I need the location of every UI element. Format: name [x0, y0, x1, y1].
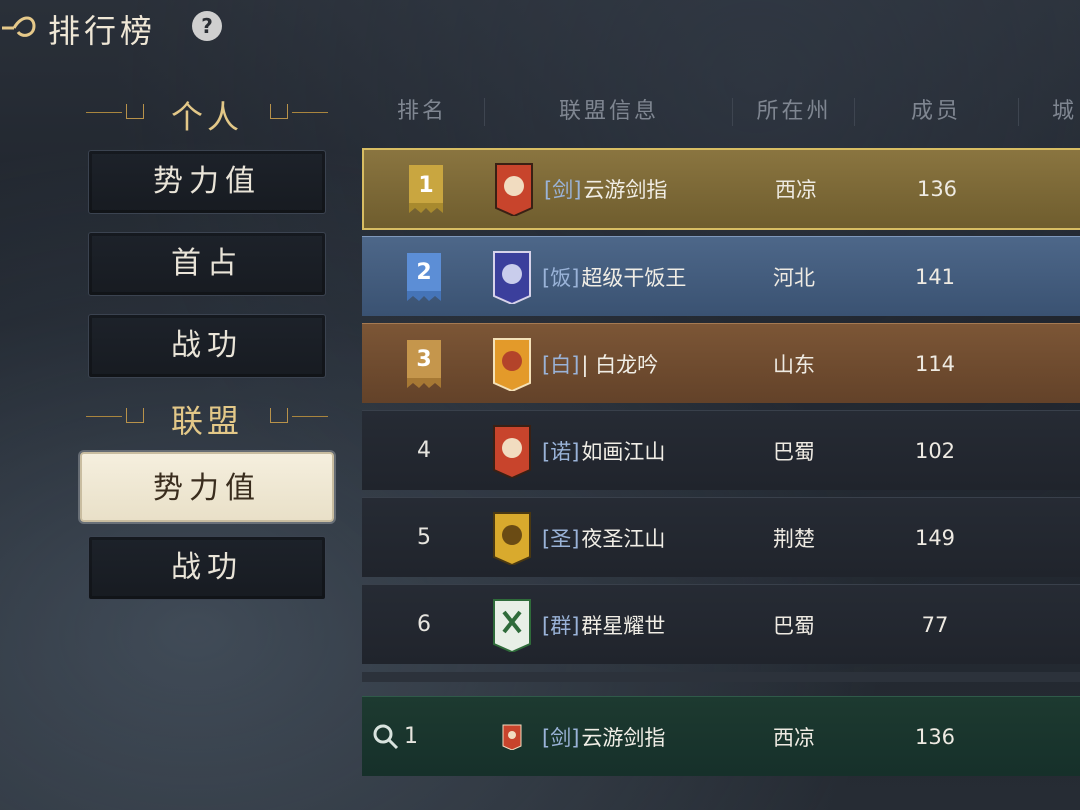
alliance-tag: [饭]: [542, 265, 580, 290]
page-title: 排行榜: [48, 12, 157, 50]
divider-line: [292, 112, 328, 113]
alliance-name-text: 群星耀世: [581, 613, 666, 638]
sidebar-item-alliance-power[interactable]: 势力值: [80, 452, 334, 522]
alliance-name: [剑] 云游剑指: [544, 150, 764, 228]
state-cell: 荆楚: [773, 526, 815, 551]
help-icon[interactable]: ?: [192, 11, 222, 41]
rank-cell: 2: [382, 237, 466, 316]
alliance-name: [群] 群星耀世: [542, 585, 762, 664]
column-divider: [854, 98, 855, 126]
state-cell: 巴蜀: [773, 613, 815, 638]
alliance-name-text: 云游剑指: [583, 178, 668, 202]
sidebar-item-personal-merit[interactable]: 战功: [88, 314, 326, 378]
column-divider: [1018, 98, 1019, 126]
alliance-emblem-icon: [488, 411, 536, 490]
alliance-emblem-icon: [488, 697, 536, 776]
members-cell: 136: [914, 724, 956, 749]
column-header-rank: 排名: [396, 99, 447, 124]
sidebar-item-personal-first-occupy[interactable]: 首占: [88, 232, 326, 296]
state-cell: 巴蜀: [773, 439, 815, 464]
alliance-tag: [群]: [542, 613, 580, 638]
table-header: 排名 联盟信息 所在州 成员 城: [362, 92, 1080, 132]
table-row[interactable]: 1 [剑] 云游剑指 西凉 136: [362, 148, 1080, 230]
section-header-alliance: 联盟: [86, 396, 328, 440]
rank-banner-icon: 2: [407, 252, 441, 301]
column-divider: [484, 98, 485, 126]
alliance-name: [饭] 超级干饭王: [542, 237, 762, 316]
sidebar-item-personal-power[interactable]: 势力值: [88, 150, 326, 214]
rank-cell: 5: [417, 525, 431, 550]
back-icon[interactable]: [0, 10, 40, 46]
alliance-name-text: 如画江山: [581, 439, 666, 464]
table-row[interactable]: 2 [饭] 超级干饭王 河北 141: [362, 236, 1080, 316]
members-cell: 102: [914, 438, 956, 463]
column-divider: [732, 98, 733, 126]
alliance-emblem-icon: [488, 585, 536, 664]
alliance-name: [诺] 如画江山: [542, 411, 762, 490]
top-bar: 排行榜 ?: [0, 0, 1080, 58]
alliance-tag: [白]: [542, 352, 580, 377]
ornament-icon: [270, 104, 288, 119]
state-cell: 山东: [773, 352, 815, 377]
alliance-name-text: 夜圣江山: [581, 526, 666, 551]
divider-line: [292, 416, 328, 417]
column-header-alliance-info: 联盟信息: [558, 99, 659, 124]
members-cell: 114: [914, 351, 956, 376]
state-cell: 西凉: [775, 178, 817, 202]
alliance-tag: [剑]: [544, 178, 582, 202]
members-cell: 77: [921, 612, 949, 637]
table-row[interactable]: 5 [圣] 夜圣江山 荆楚 149: [362, 497, 1080, 577]
table-row[interactable]: 6 [群] 群星耀世 巴蜀 77: [362, 584, 1080, 664]
alliance-name-text: 云游剑指: [581, 725, 666, 750]
members-cell: 136: [916, 177, 958, 201]
rank-cell: 3: [382, 324, 466, 403]
column-header-cities: 城: [1052, 99, 1078, 124]
alliance-emblem-icon: [488, 324, 536, 403]
alliance-name: [剑] 云游剑指: [542, 697, 762, 776]
rank-cell: 1: [404, 724, 418, 749]
state-cell: 西凉: [773, 725, 815, 750]
list-bottom-edge: [362, 672, 1080, 682]
rank-cell: 4: [417, 438, 431, 463]
alliance-tag: [诺]: [542, 439, 580, 464]
rank-banner-icon: 1: [409, 165, 443, 213]
sidebar-item-alliance-merit[interactable]: 战功: [88, 536, 326, 600]
members-cell: 141: [914, 264, 956, 289]
column-header-state: 所在州: [756, 99, 832, 124]
section-title-personal: 个人: [170, 98, 243, 136]
rank-cell: 1: [384, 150, 468, 228]
alliance-name: [白] | 白龙吟: [542, 324, 762, 403]
table-row[interactable]: 4 [诺] 如画江山 巴蜀 102: [362, 410, 1080, 490]
banner-tail-icon: [409, 203, 443, 213]
ornament-icon: [270, 408, 288, 423]
alliance-tag: [圣]: [542, 526, 580, 551]
banner-tail-icon: [407, 290, 441, 301]
section-header-personal: 个人: [86, 92, 328, 136]
table-row[interactable]: 3 [白] | 白龙吟 山东 114: [362, 323, 1080, 403]
rank-cell: 6: [417, 612, 431, 637]
column-header-members: 成员: [910, 99, 961, 124]
alliance-emblem-icon: [490, 150, 538, 228]
alliance-name-text: | 白龙吟: [581, 352, 659, 377]
alliance-name-text: 超级干饭王: [581, 265, 687, 290]
rank-banner-icon: 3: [407, 339, 441, 388]
search-icon[interactable]: [370, 721, 402, 753]
section-title-alliance: 联盟: [170, 402, 243, 440]
alliance-emblem-icon: [488, 237, 536, 316]
my-alliance-row[interactable]: 1 [剑] 云游剑指 西凉 136: [362, 696, 1080, 776]
banner-tail-icon: [407, 377, 441, 388]
state-cell: 河北: [773, 265, 815, 290]
alliance-name: [圣] 夜圣江山: [542, 498, 762, 577]
alliance-emblem-icon: [488, 498, 536, 577]
members-cell: 149: [914, 525, 956, 550]
alliance-tag: [剑]: [542, 725, 580, 750]
